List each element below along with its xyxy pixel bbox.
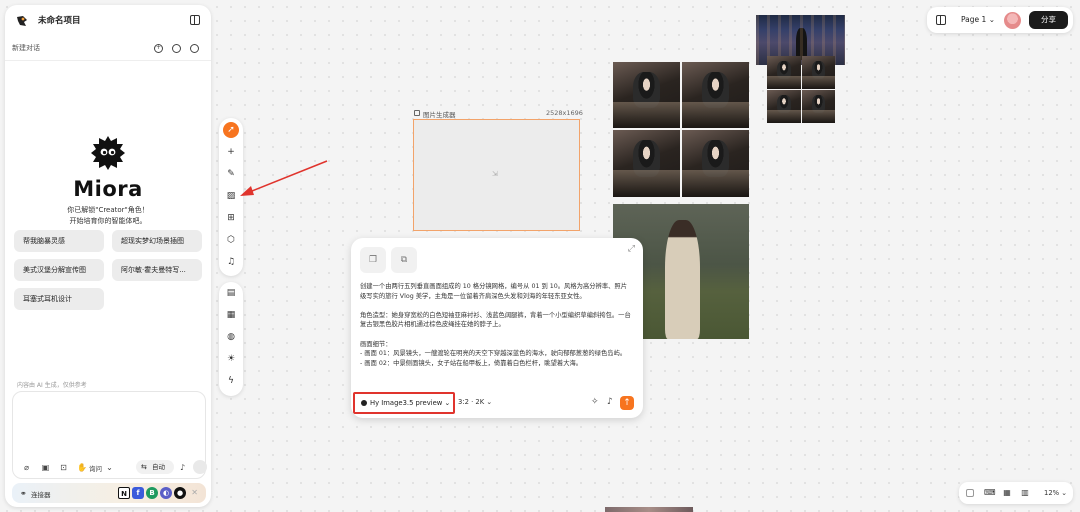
secondary-toolbar: ▤ ▦ ◍ ☀ ϟ xyxy=(219,282,243,396)
aspect-ratio-selector[interactable]: 3:2 · 2K ⌄ xyxy=(458,398,492,406)
annotation-arrow xyxy=(240,160,328,196)
connector-label: 连接器 xyxy=(31,491,51,499)
share-button[interactable]: 分享 xyxy=(1029,11,1068,29)
model-selector[interactable]: Hy Image3.5 preview ⌄ xyxy=(353,392,455,414)
b-app-icon[interactable]: B xyxy=(146,487,158,499)
suggestion-chip[interactable]: 超现实梦幻场景插图 xyxy=(112,230,202,252)
keyboard-icon[interactable]: ⌨ xyxy=(984,488,996,498)
generated-photo[interactable] xyxy=(767,90,801,123)
app-logo-icon xyxy=(17,16,27,26)
switch-icon: ⇆ xyxy=(141,463,147,471)
close-icon[interactable]: ✕ xyxy=(191,488,198,497)
linear-icon[interactable]: ◐ xyxy=(160,487,172,499)
chat-input[interactable]: ⌀ ▣ ⊡ ✋ 询问 ⌄ 自动 ⇆ ♪ xyxy=(12,391,207,479)
music-note-icon[interactable]: ♫ xyxy=(223,254,239,270)
select-cursor-icon[interactable]: ➚ xyxy=(223,122,239,138)
page-selector[interactable]: Page 1 ⌄ xyxy=(961,15,995,24)
chevron-down-icon: ⌄ xyxy=(444,399,451,407)
history-clock-icon[interactable] xyxy=(190,44,199,53)
map-icon[interactable]: ▥ xyxy=(1020,488,1030,498)
chevron-down-icon: ⌄ xyxy=(1061,489,1067,497)
brand-wordmark: Miora xyxy=(73,177,143,201)
ask-mode-label[interactable]: 询问 xyxy=(89,463,102,473)
frame-dimensions: 2528x1696 xyxy=(546,109,583,117)
expand-icon[interactable]: ⤢ xyxy=(628,244,635,254)
mic-icon[interactable]: ♪ xyxy=(607,397,613,407)
video-icon[interactable]: ▤ xyxy=(223,285,239,301)
model-name: Hy Image3.5 preview xyxy=(370,399,443,407)
globe-icon[interactable]: ◍ xyxy=(223,329,239,345)
frame-image-icon xyxy=(414,110,420,116)
new-chat-plus-icon[interactable]: + xyxy=(154,44,163,53)
generated-photo[interactable] xyxy=(802,90,835,123)
avatar[interactable] xyxy=(1004,12,1021,29)
reference-image-slot[interactable]: ❐ xyxy=(360,247,386,273)
ai-disclaimer: 内容由 AI 生成，仅供参考 xyxy=(17,382,87,389)
generated-photo[interactable] xyxy=(605,507,693,512)
image-generator-frame[interactable]: ⇲ xyxy=(413,119,580,231)
mic-icon[interactable]: ♪ xyxy=(180,463,185,472)
generate-send-button[interactable]: ↑ xyxy=(620,396,634,410)
hand-icon[interactable]: ✋ xyxy=(77,463,87,472)
greeting-line-1: 你已解锁"Creator"角色！ xyxy=(67,206,149,214)
send-button[interactable] xyxy=(193,460,207,474)
plug-icon: ⚭ xyxy=(20,489,27,498)
mascot-icon xyxy=(91,136,125,170)
panel-toggle-icon[interactable] xyxy=(936,15,946,25)
sparkle-enhance-icon[interactable]: ✧ xyxy=(591,397,599,407)
lightbulb-icon[interactable]: ☀ xyxy=(223,351,239,367)
image-upload-icon[interactable]: ▣ xyxy=(41,463,50,472)
generated-photo[interactable] xyxy=(802,56,835,89)
reference-image-slot[interactable]: ⧉ xyxy=(391,247,417,273)
page-label: Page 1 xyxy=(961,15,987,24)
top-right-bar: Page 1 ⌄ 分享 xyxy=(927,7,1073,33)
chevron-down-icon: ⌄ xyxy=(486,398,493,406)
conversation-bar: 新建对话 + xyxy=(5,35,211,61)
zoom-level: 12% xyxy=(1044,489,1060,497)
sidebar-toggle-icon[interactable] xyxy=(190,15,200,25)
frame-placeholder-icon: ⇲ xyxy=(492,170,498,178)
generated-photo[interactable] xyxy=(682,62,749,128)
chevron-down-icon: ⌄ xyxy=(988,15,995,24)
speed-gauge-icon[interactable] xyxy=(172,44,181,53)
suggestion-chip[interactable]: 美式汉堡分解宣传图 xyxy=(14,259,104,281)
image-prompt-card: ❐ ⧉ ⤢ 创建一个由两行五列垂直画面组成的 10 格分镜网格，编号从 01 到… xyxy=(351,238,643,418)
view-controls: ⌨ ▦ ▥ 12% ⌄ xyxy=(959,482,1073,504)
frame-title[interactable]: 图片生成器 xyxy=(423,109,456,119)
suggestion-chip[interactable]: 耳塞式耳机设计 xyxy=(14,288,104,310)
chat-panel: 未命名项目 新建对话 + Miora 你已解锁"Creator"角色！ 开始培育… xyxy=(5,5,211,507)
reference-icon[interactable]: ⊡ xyxy=(59,463,68,472)
suggestion-chip[interactable]: 阿尔敏·霍夫曼特写... xyxy=(112,259,202,281)
prompt-textarea[interactable]: 创建一个由两行五列垂直画面组成的 10 格分镜网格，编号从 01 到 10。风格… xyxy=(360,282,632,391)
layout-icon[interactable]: ▦ xyxy=(223,307,239,323)
new-conversation-label: 新建对话 xyxy=(12,44,40,52)
generated-photo[interactable] xyxy=(613,130,680,197)
generated-photo[interactable] xyxy=(682,130,749,197)
grid-icon[interactable]: ▦ xyxy=(1002,488,1012,498)
github-icon[interactable]: ● xyxy=(174,487,186,499)
3d-cube-icon[interactable]: ⬡ xyxy=(223,232,239,248)
generated-photo[interactable] xyxy=(767,56,801,89)
greeting-line-2: 开始培育你的智能体吧。 xyxy=(69,217,147,225)
attach-icon[interactable]: ⌀ xyxy=(22,463,31,472)
panel-header: 未命名项目 xyxy=(5,5,211,35)
connector-bar[interactable]: ⚭ 连接器 N f B ◐ ● ✕ xyxy=(12,483,206,503)
zoom-selector[interactable]: 12% ⌄ xyxy=(1044,489,1067,497)
checkbox-icon[interactable] xyxy=(966,489,974,497)
project-title[interactable]: 未命名项目 xyxy=(38,14,81,26)
lightning-icon[interactable]: ϟ xyxy=(223,373,239,389)
ratio-value: 3:2 · 2K xyxy=(458,398,485,406)
model-icon xyxy=(361,399,367,406)
image-edit-icon[interactable]: ⊞ xyxy=(223,210,239,226)
notion-icon[interactable]: N xyxy=(118,487,130,499)
chevron-down-icon[interactable]: ⌄ xyxy=(105,463,114,472)
generated-photo[interactable] xyxy=(613,62,680,128)
suggestion-chip[interactable]: 帮我脑暴灵感 xyxy=(14,230,104,252)
figma-icon[interactable]: f xyxy=(132,487,144,499)
